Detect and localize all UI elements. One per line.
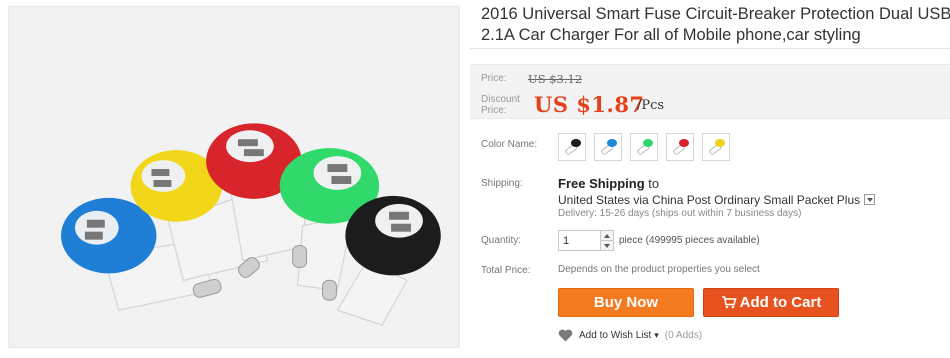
discount-label-line-2: Price:	[481, 105, 507, 116]
quantity-decrease-button[interactable]	[601, 240, 613, 250]
color-swatch-black[interactable]	[558, 133, 586, 161]
free-shipping-text: Free Shipping	[558, 176, 645, 191]
quantity-stepper: piece (499995 pieces available)	[558, 230, 760, 251]
color-swatch-red[interactable]	[666, 133, 694, 161]
add-to-cart-label: Add to Cart	[739, 294, 822, 311]
quantity-increase-button[interactable]	[601, 231, 613, 240]
cart-icon	[721, 296, 737, 309]
quantity-input[interactable]	[558, 230, 601, 251]
arrow-down-icon	[604, 243, 610, 248]
charger-blue-icon	[601, 139, 617, 155]
total-price-value: Depends on the product properties you se…	[558, 264, 760, 275]
original-price: US $3.12	[528, 72, 583, 86]
discount-price: US $1.87	[534, 92, 645, 117]
product-image[interactable]	[8, 6, 460, 348]
color-swatch-green[interactable]	[630, 133, 658, 161]
shipping-method-text: United States via China Post Ordinary Sm…	[558, 193, 861, 207]
add-to-cart-button[interactable]: Add to Cart	[703, 288, 839, 317]
buy-now-label: Buy Now	[593, 294, 659, 311]
wish-list[interactable]: Add to Wish List ▾ (0 Adds)	[558, 329, 702, 342]
price-box: Price: US $3.12 Discount Price: US $1.87…	[470, 64, 950, 119]
quantity-spinner	[601, 230, 614, 251]
delivery-estimate: Delivery: 15-26 days (ships out within 7…	[558, 208, 802, 219]
color-swatch-yellow[interactable]	[702, 133, 730, 161]
color-swatches	[558, 133, 730, 161]
color-swatch-blue[interactable]	[594, 133, 622, 161]
divider	[470, 48, 950, 49]
product-title-line-2: 2.1A Car Charger For all of Mobile phone…	[481, 26, 861, 44]
charger-black-icon	[565, 139, 581, 155]
price-unit: /Pcs	[637, 98, 665, 113]
total-price-label: Total Price:	[481, 265, 531, 276]
charger-red-icon	[673, 139, 689, 155]
buy-now-button[interactable]: Buy Now	[558, 288, 694, 317]
product-title: 2016 Universal Smart Fuse Circuit-Breake…	[481, 4, 950, 46]
product-title-line-1: 2016 Universal Smart Fuse Circuit-Breake…	[481, 5, 950, 23]
quantity-label: Quantity:	[481, 235, 522, 246]
dropdown-arrow-icon[interactable]	[864, 194, 876, 205]
shipping-summary: Free Shipping to	[558, 176, 659, 191]
wish-list-label[interactable]: Add to Wish List	[579, 330, 651, 341]
wish-list-count: (0 Adds)	[664, 330, 703, 341]
color-label: Color Name:	[481, 139, 538, 150]
chevron-down-icon[interactable]: ▾	[654, 330, 659, 341]
charger-yellow-icon	[709, 139, 725, 155]
car-chargers-photo	[9, 7, 459, 347]
shipping-method-select[interactable]: United States via China Post Ordinary Sm…	[558, 193, 876, 207]
shipping-label: Shipping:	[481, 178, 523, 189]
heart-icon	[558, 329, 573, 342]
shipping-to-text: to	[648, 176, 660, 191]
price-label: Price:	[481, 73, 507, 84]
quantity-available: piece (499995 pieces available)	[619, 235, 760, 246]
discount-label-line-1: Discount	[481, 94, 520, 105]
charger-green-icon	[637, 139, 653, 155]
arrow-up-icon	[604, 233, 610, 238]
